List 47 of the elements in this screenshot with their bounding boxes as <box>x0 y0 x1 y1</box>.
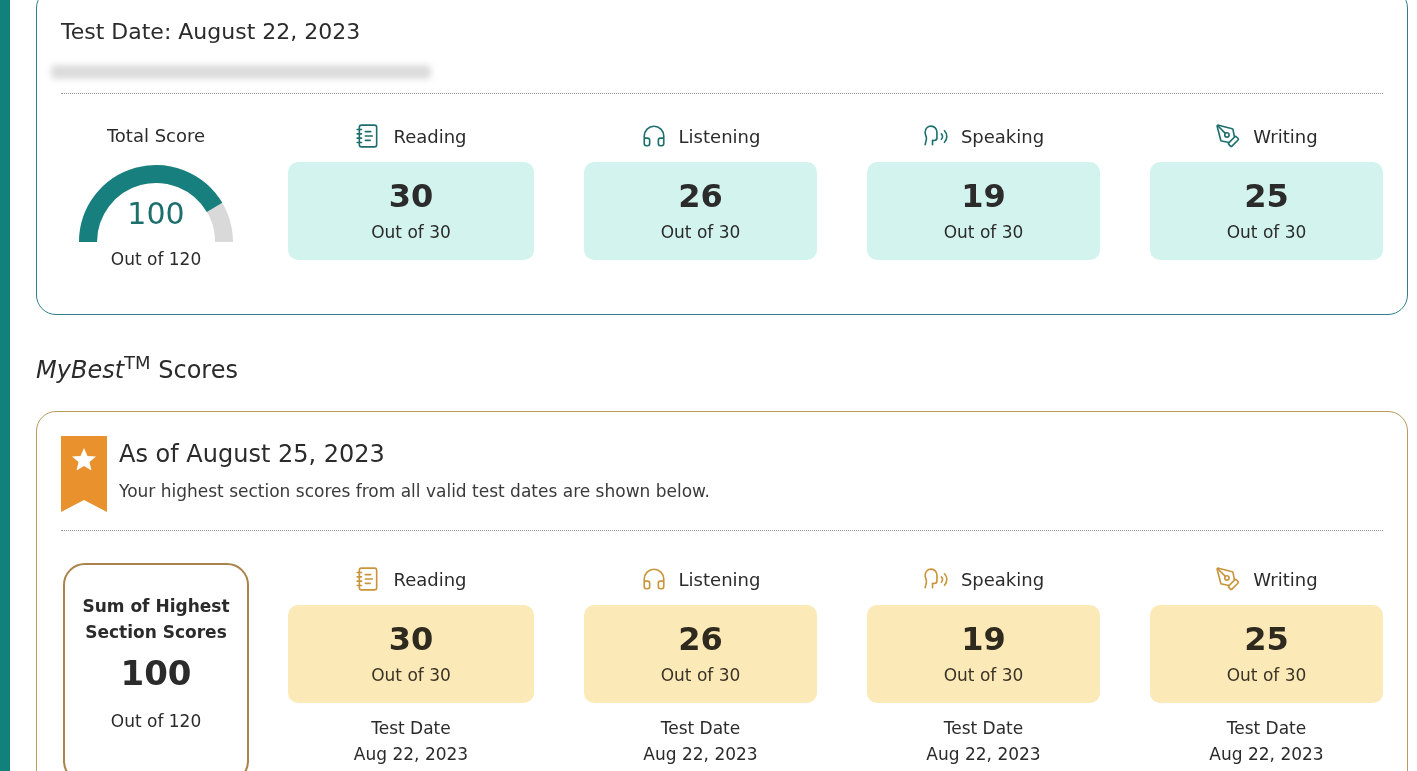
total-score-max: Out of 120 <box>110 248 202 270</box>
total-score-label: Total Score <box>106 124 206 148</box>
pen-nib-icon <box>1215 566 1242 592</box>
section-score-max: Out of 30 <box>1226 664 1307 687</box>
test-date-value: Aug 22, 2023 <box>642 743 759 766</box>
section-score: 26 <box>678 620 723 658</box>
star-ribbon-icon <box>61 436 107 512</box>
as-of-date: As of August 25, 2023 <box>119 439 386 470</box>
section-score-max: Out of 30 <box>943 221 1024 244</box>
pen-nib-icon <box>1215 123 1242 149</box>
section-score: 19 <box>961 620 1006 658</box>
section-score-max: Out of 30 <box>371 664 451 687</box>
sum-score-max: Out of 120 <box>110 710 202 733</box>
sum-score-value: 100 <box>120 652 192 695</box>
headphones-icon <box>640 123 667 149</box>
section-label: Speaking <box>960 567 1045 592</box>
section-score-max: Out of 30 <box>660 664 741 687</box>
test-date-title: Test Date: August 22, 2023 <box>61 18 362 46</box>
section-score: 26 <box>678 177 723 215</box>
test-date-label: Test Date <box>1225 717 1308 740</box>
test-date-label: Test Date <box>942 717 1025 740</box>
section-score-max: Out of 30 <box>660 221 741 244</box>
test-date-label: Test Date <box>659 717 742 740</box>
section-score: 30 <box>388 620 434 658</box>
test-date-value: Aug 22, 2023 <box>352 743 470 766</box>
section-score-max: Out of 30 <box>943 664 1024 687</box>
section-label: Listening <box>678 567 761 592</box>
headphones-icon <box>640 566 667 592</box>
section-score-max: Out of 30 <box>1226 221 1307 244</box>
section-score: 30 <box>388 177 434 215</box>
section-score: 25 <box>1244 177 1289 215</box>
section-score: 25 <box>1244 620 1289 658</box>
total-score-value: 100 <box>126 196 186 232</box>
section-score-max: Out of 30 <box>371 221 451 244</box>
test-date-value: Aug 22, 2023 <box>925 743 1042 766</box>
mybest-description: Your highest section scores from all valid test dates are shown below. <box>119 480 710 502</box>
section-score: 19 <box>961 177 1006 215</box>
test-date-label: Test Date <box>370 717 452 740</box>
sum-score-label: Sum of Highest Section Scores <box>81 595 231 644</box>
section-label: Speaking <box>960 124 1045 149</box>
section-label: Writing <box>1253 124 1318 149</box>
test-date-value: Aug 22, 2023 <box>1208 743 1325 766</box>
section-label: Reading <box>393 567 467 592</box>
section-label: Listening <box>678 124 761 149</box>
mybest-heading: MyBest$^{TM}$ Scores <box>36 355 239 385</box>
section-label: Reading <box>393 124 467 149</box>
section-label: Writing <box>1253 567 1318 592</box>
